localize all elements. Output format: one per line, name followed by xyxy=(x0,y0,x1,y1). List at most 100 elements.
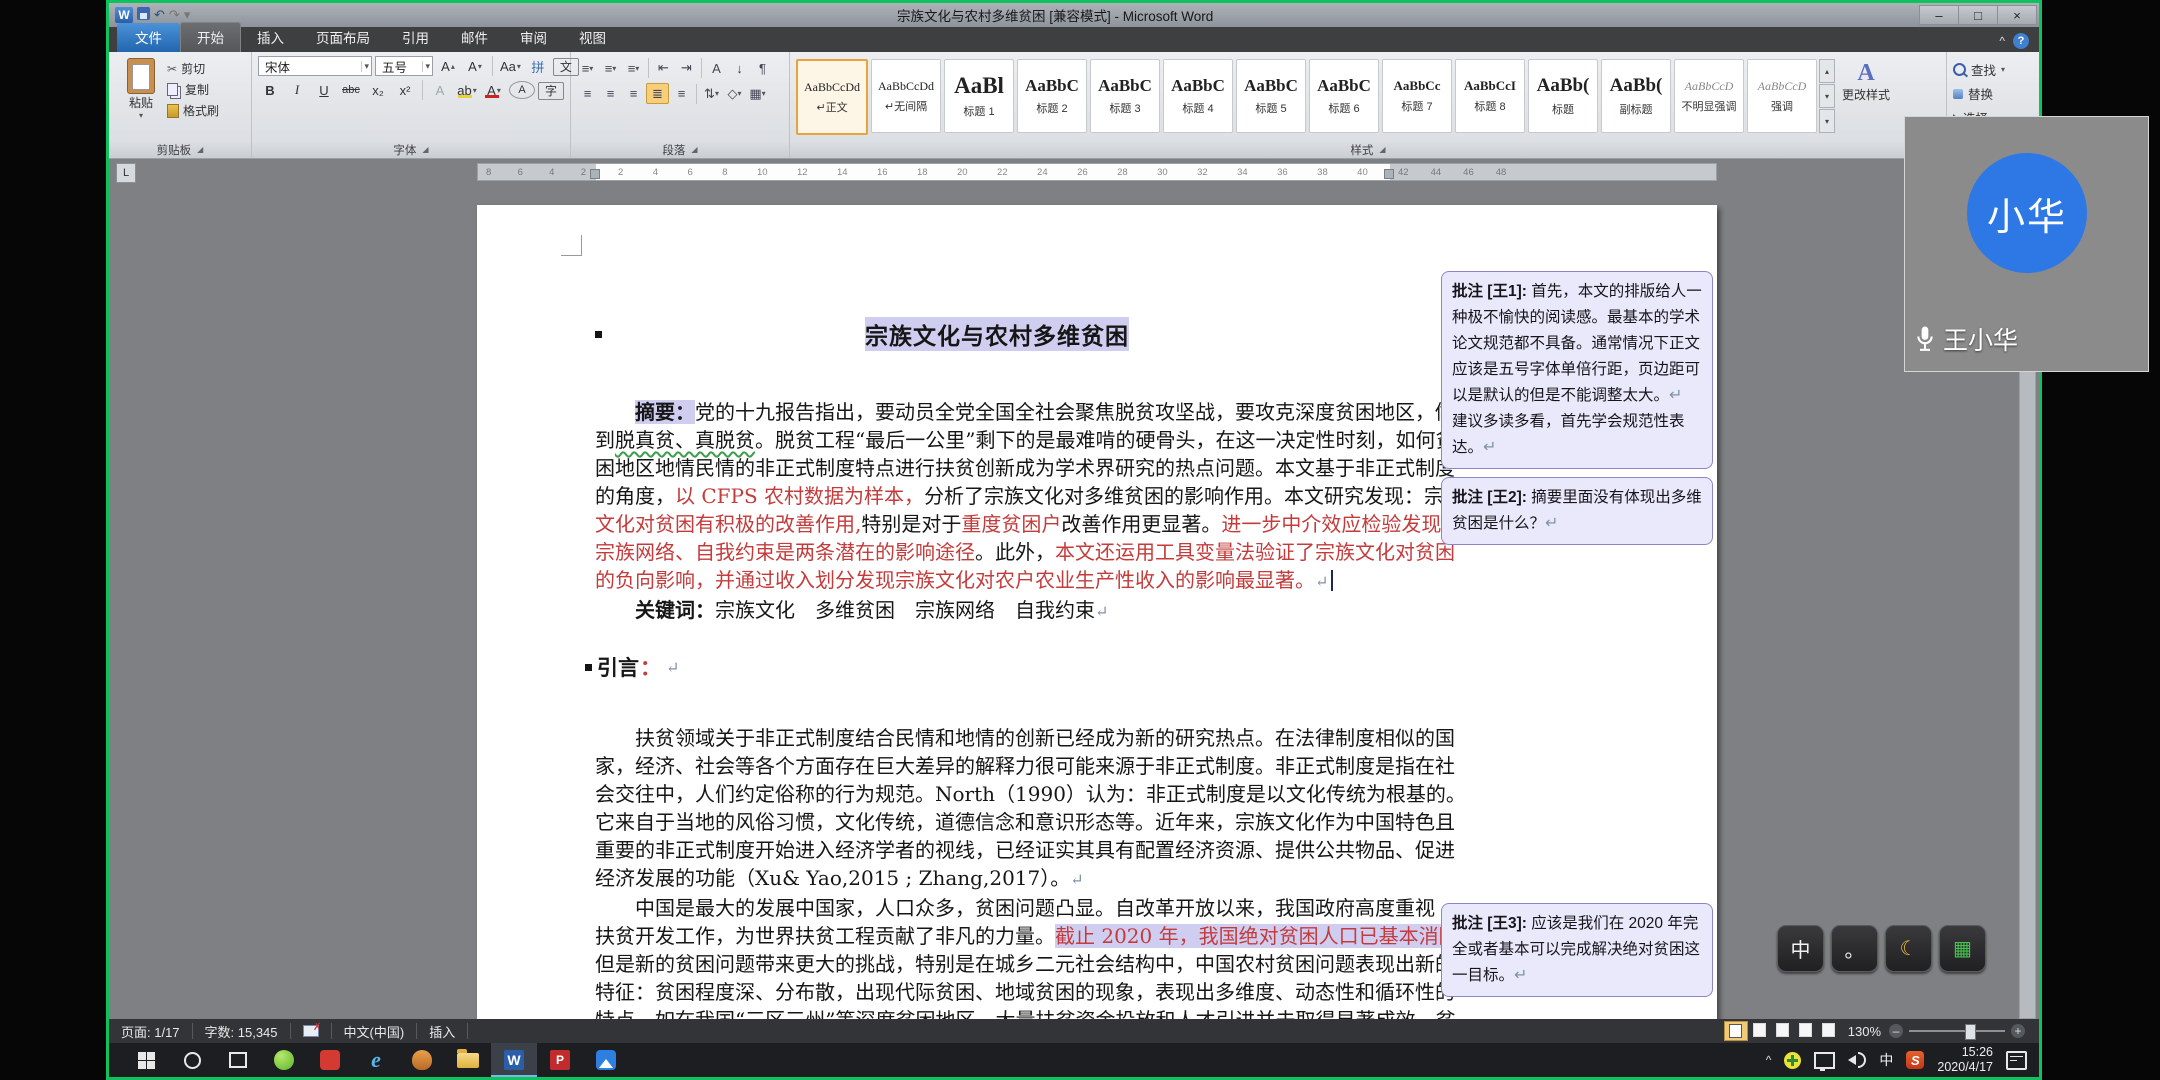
tray-app-icon[interactable] xyxy=(1784,1052,1801,1069)
zoom-in-button[interactable]: + xyxy=(2011,1024,2025,1038)
decrease-indent-button[interactable]: ⇤ xyxy=(653,59,674,78)
styles-gallery-more-button[interactable]: ▾ xyxy=(1819,109,1835,133)
style-chip-heading1[interactable]: AaBl标题 1 xyxy=(944,59,1014,133)
taskbar-app-red-icon[interactable] xyxy=(307,1043,353,1077)
style-chip-heading2[interactable]: AaBbC标题 2 xyxy=(1017,59,1087,133)
underline-button[interactable]: U xyxy=(312,80,336,100)
superscript-button[interactable]: x² xyxy=(393,80,417,100)
comment-balloon-3[interactable]: 批注 [王3]: 应该是我们在 2020 年完全或者基本可以完成解决绝对贫困这一… xyxy=(1441,903,1713,997)
font-color-button[interactable]: A▾ xyxy=(482,80,506,100)
style-chip-emphasis[interactable]: AaBbCcD强调 xyxy=(1747,59,1817,133)
draft-view-button[interactable] xyxy=(1818,1021,1840,1039)
chevron-down-icon[interactable]: ▾ xyxy=(361,61,369,72)
tab-page-layout[interactable]: 页面布局 xyxy=(300,23,386,52)
taskbar-file-explorer-icon[interactable] xyxy=(445,1043,491,1077)
distribute-button[interactable]: ≡ xyxy=(671,84,692,103)
align-center-button[interactable]: ≡ xyxy=(600,84,621,103)
increase-indent-button[interactable]: ⇥ xyxy=(676,59,697,78)
tab-home[interactable]: 开始 xyxy=(180,22,241,52)
change-styles-button[interactable]: A 更改样式 xyxy=(1837,56,1895,103)
sort-button[interactable]: ↓ xyxy=(729,59,750,78)
taskbar-word-icon[interactable]: W xyxy=(491,1043,537,1077)
paragraph-dialog-launcher[interactable]: ◢ xyxy=(691,145,697,154)
taskbar-pdf-icon[interactable]: P xyxy=(537,1043,583,1077)
ime-mode-indicator[interactable]: 中 xyxy=(1879,1050,1893,1070)
styles-dialog-launcher[interactable]: ◢ xyxy=(1379,145,1385,154)
ime-softkeyboard-key[interactable]: ▦ xyxy=(1939,925,1986,972)
numbering-button[interactable]: ≡▾ xyxy=(600,59,621,78)
insert-mode-indicator[interactable]: 插入 xyxy=(417,1023,468,1039)
print-layout-view-button[interactable] xyxy=(1724,1021,1748,1041)
taskbar-ie-icon[interactable]: e xyxy=(353,1043,399,1077)
zoom-level[interactable]: 130% xyxy=(1848,1024,1881,1039)
zoom-slider-thumb[interactable] xyxy=(1965,1024,1976,1040)
grow-font-button[interactable]: A▴ xyxy=(436,56,460,76)
taskbar-clock[interactable]: 15:26 2020/4/17 xyxy=(1937,1045,1993,1075)
change-case-button[interactable]: Aa▾ xyxy=(498,56,523,76)
redo-button[interactable]: ↷ xyxy=(169,7,180,23)
ime-language-key[interactable]: 中 xyxy=(1777,925,1824,972)
comment-balloon-2[interactable]: 批注 [王2]: 摘要里面没有体现出多维贫困是什么？↵ xyxy=(1441,477,1713,545)
style-chip-heading6[interactable]: AaBbC标题 6 xyxy=(1309,59,1379,133)
proofing-status[interactable]: ✗ xyxy=(291,1023,332,1039)
web-layout-view-button[interactable] xyxy=(1772,1021,1794,1039)
styles-gallery-up-button[interactable]: ▴ xyxy=(1819,59,1835,83)
zoom-slider-track[interactable] xyxy=(1909,1030,2005,1032)
network-icon[interactable] xyxy=(1814,1052,1835,1069)
action-center-icon[interactable] xyxy=(2006,1051,2027,1070)
clipboard-dialog-launcher[interactable]: ◢ xyxy=(197,145,203,154)
chevron-down-icon[interactable]: ▾ xyxy=(139,111,143,120)
tab-file[interactable]: 文件 xyxy=(117,23,180,52)
enclose-characters-button[interactable]: A xyxy=(509,81,535,99)
fullscreen-reading-view-button[interactable] xyxy=(1749,1021,1771,1039)
character-scale-button[interactable]: 文 xyxy=(553,58,579,76)
taskbar-app-green-icon[interactable] xyxy=(261,1043,307,1077)
paste-button[interactable]: 粘贴 ▾ xyxy=(115,56,167,120)
strikethrough-button[interactable]: abc xyxy=(339,80,363,100)
close-button[interactable]: × xyxy=(1997,5,2037,25)
styles-gallery-down-button[interactable]: ▾ xyxy=(1819,84,1835,108)
style-chip-no-spacing[interactable]: AaBbCcDd↵无间隔 xyxy=(871,59,941,133)
taskbar-app-orange-icon[interactable] xyxy=(399,1043,445,1077)
minimize-ribbon-icon[interactable]: ^ xyxy=(1999,34,2005,48)
right-indent-marker[interactable] xyxy=(1384,169,1394,179)
italic-button[interactable]: I xyxy=(285,80,309,100)
style-chip-subtitle[interactable]: AaBb(副标题 xyxy=(1601,59,1671,133)
style-chip-heading7[interactable]: AaBbCc标题 7 xyxy=(1382,59,1452,133)
asian-layout-button[interactable]: A xyxy=(706,59,727,78)
copy-button[interactable]: 复制 xyxy=(167,81,219,98)
style-chip-normal[interactable]: AaBbCcDd↵正文 xyxy=(796,59,868,135)
tab-stop-selector[interactable]: L xyxy=(116,163,136,183)
line-spacing-button[interactable]: ⇅▾ xyxy=(701,84,722,103)
phonetic-guide-button[interactable]: 拼 xyxy=(526,56,550,76)
align-left-button[interactable]: ≡ xyxy=(577,84,598,103)
font-name-select[interactable]: 宋体▾ xyxy=(258,56,372,76)
sogou-ime-icon[interactable]: S xyxy=(1906,1051,1924,1069)
page-indicator[interactable]: 页面: 1/17 xyxy=(109,1023,193,1039)
taskbar-app-blue-icon[interactable] xyxy=(583,1043,629,1077)
maximize-button[interactable]: □ xyxy=(1958,5,1998,25)
minimize-button[interactable]: – xyxy=(1919,5,1959,25)
comment-balloon-1[interactable]: 批注 [王1]: 首先，本文的排版给人一种极不愉快的阅读感。最基本的学术论文规范… xyxy=(1441,271,1713,469)
taskbar-task-view-button[interactable] xyxy=(215,1043,261,1077)
style-chip-heading4[interactable]: AaBbC标题 4 xyxy=(1163,59,1233,133)
style-chip-title[interactable]: AaBb(标题 xyxy=(1528,59,1598,133)
taskbar-start-button[interactable] xyxy=(123,1043,169,1077)
replace-button[interactable]: 替换 xyxy=(1953,84,2005,103)
chevron-down-icon[interactable]: ▾ xyxy=(422,61,430,72)
word-logo-icon[interactable]: W xyxy=(115,7,133,23)
volume-icon[interactable] xyxy=(1848,1052,1866,1068)
style-chip-heading8[interactable]: AaBbCcI标题 8 xyxy=(1455,59,1525,133)
zoom-out-button[interactable]: – xyxy=(1889,1024,1903,1038)
help-icon[interactable]: ? xyxy=(2013,33,2029,49)
tab-insert[interactable]: 插入 xyxy=(241,23,300,52)
bold-button[interactable]: B xyxy=(258,80,282,100)
tab-mailings[interactable]: 邮件 xyxy=(445,23,504,52)
language-indicator[interactable]: 中文(中国) xyxy=(332,1023,418,1039)
text-effects-button[interactable]: A xyxy=(428,80,452,100)
character-border-button[interactable]: 字 xyxy=(538,82,564,100)
tray-expand-icon[interactable]: ^ xyxy=(1766,1053,1772,1067)
bullets-button[interactable]: ≡▾ xyxy=(577,59,598,78)
style-chip-heading5[interactable]: AaBbC标题 5 xyxy=(1236,59,1306,133)
style-chip-subtle-emphasis[interactable]: AaBbCcD不明显强调 xyxy=(1674,59,1744,133)
